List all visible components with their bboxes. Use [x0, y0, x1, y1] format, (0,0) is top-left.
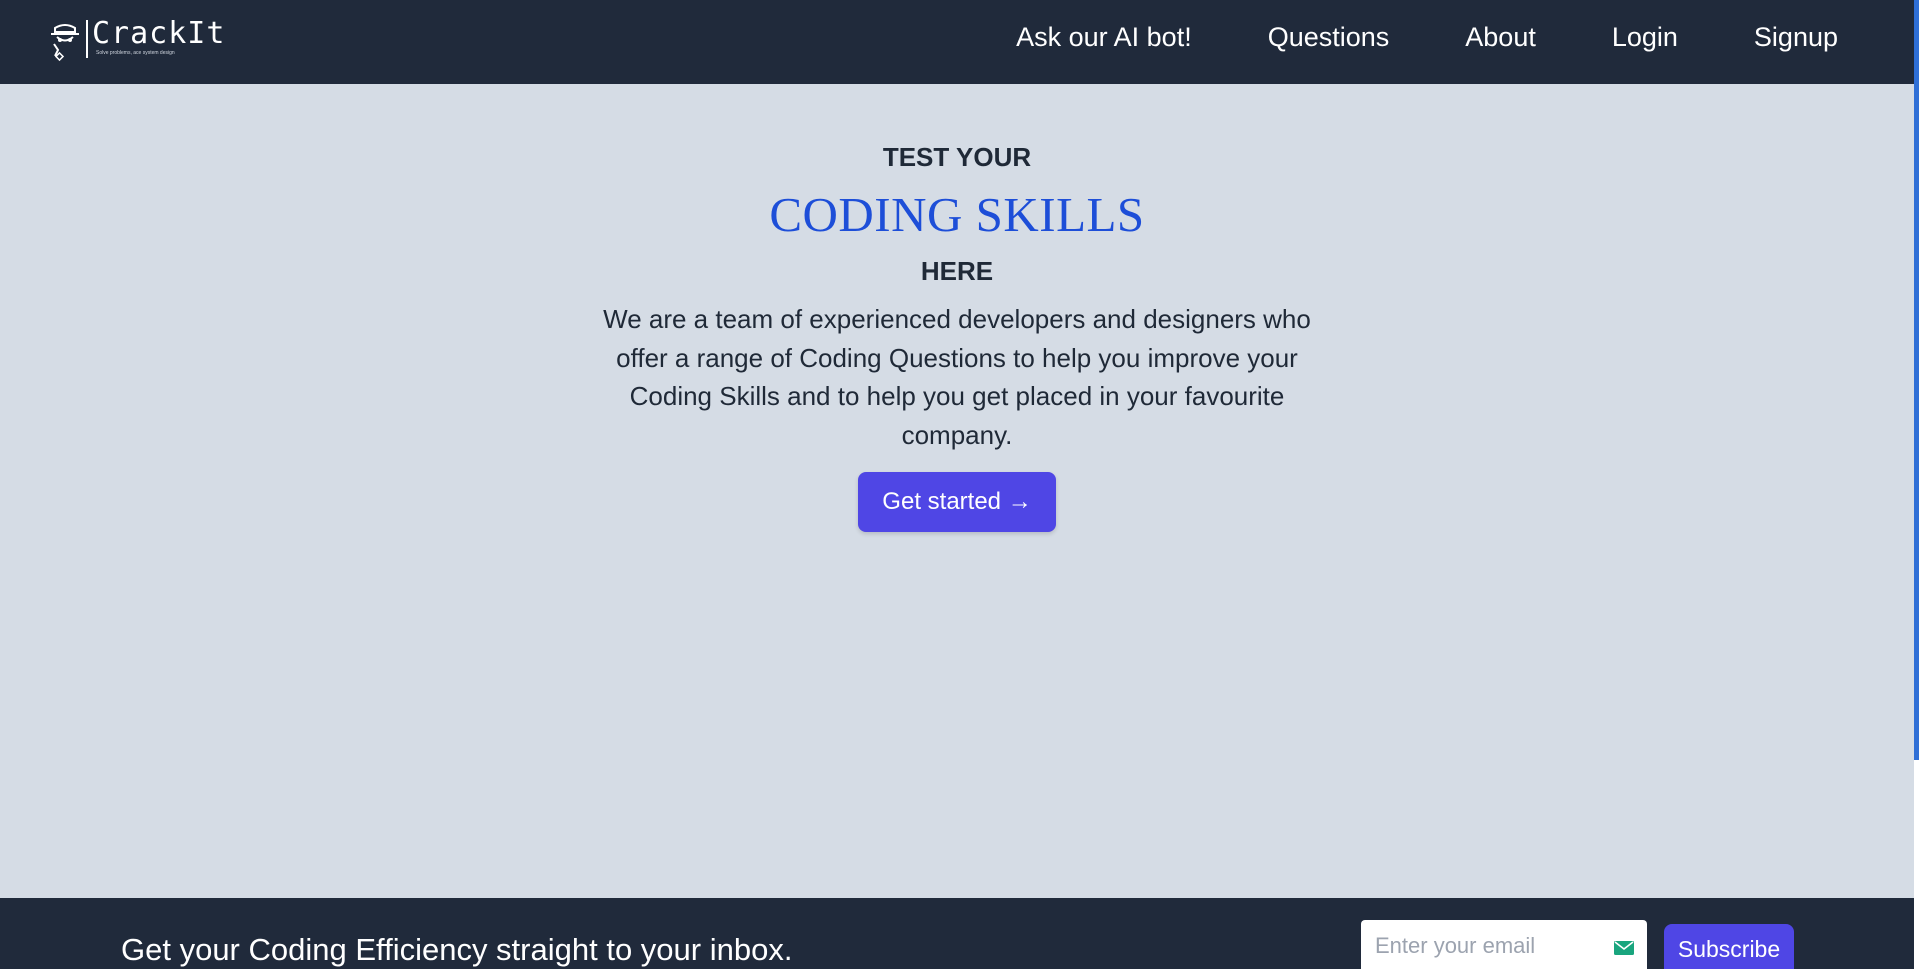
navbar: CrackIt Solve problems, ace system desig… — [0, 0, 1914, 84]
hero-headline: CODING SKILLS — [769, 187, 1145, 242]
logo-divider — [86, 20, 88, 58]
nav-link-login[interactable]: Login — [1612, 22, 1678, 53]
email-icon — [1614, 941, 1634, 955]
hacker-hat-icon — [51, 24, 79, 62]
logo[interactable]: CrackIt Solve problems, ace system desig… — [48, 18, 225, 62]
hero-description: We are a team of experienced developers … — [603, 304, 1311, 450]
email-field-wrapper — [1361, 920, 1647, 969]
nav-link-questions[interactable]: Questions — [1268, 22, 1390, 53]
nav-link-about[interactable]: About — [1465, 22, 1536, 53]
nav-link-ai-bot[interactable]: Ask our AI bot! — [1016, 22, 1192, 53]
hero-eyebrow: TEST YOUR — [882, 142, 1032, 172]
logo-tagline: Solve problems, ace system design — [96, 50, 175, 56]
get-started-button[interactable]: Get started → — [858, 472, 1056, 532]
page: CrackIt Solve problems, ace system desig… — [0, 0, 1914, 969]
logo-name: CrackIt — [92, 16, 226, 51]
hero-section: TEST YOUR CODING SKILLS HERE We are a te… — [0, 84, 1914, 532]
nav-links: Ask our AI bot! Questions About Login Si… — [940, 0, 1838, 74]
newsletter-text: Get your Coding Efficiency straight to y… — [121, 932, 793, 967]
newsletter-footer: Get your Coding Efficiency straight to y… — [0, 898, 1914, 969]
scrollbar[interactable] — [1914, 0, 1919, 760]
email-field[interactable] — [1361, 920, 1615, 969]
hero-subline: HERE — [920, 256, 994, 286]
nav-link-signup[interactable]: Signup — [1754, 22, 1838, 53]
subscribe-button[interactable]: Subscribe — [1664, 924, 1794, 969]
